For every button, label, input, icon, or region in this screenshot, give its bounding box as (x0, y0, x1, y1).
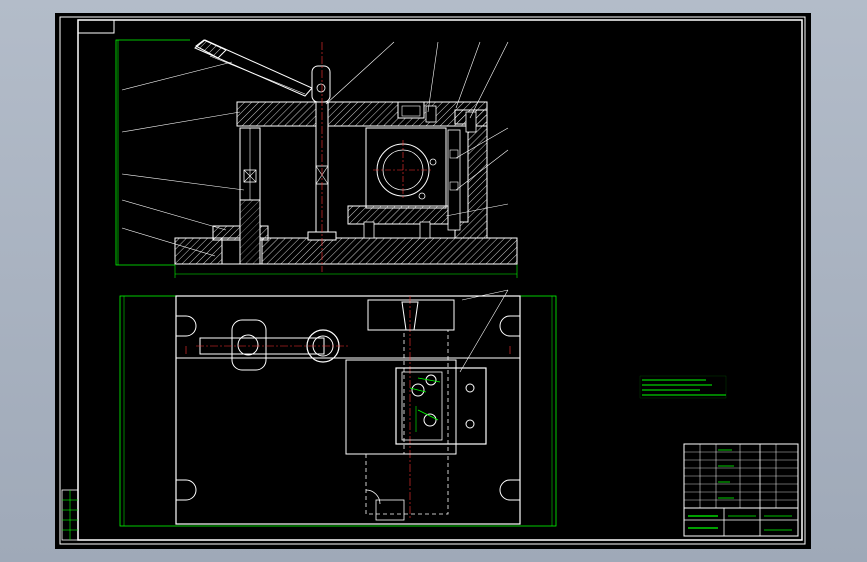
cad-viewport[interactable] (0, 0, 867, 562)
engineering-drawing (55, 13, 811, 549)
drawing-sheet (55, 13, 811, 549)
